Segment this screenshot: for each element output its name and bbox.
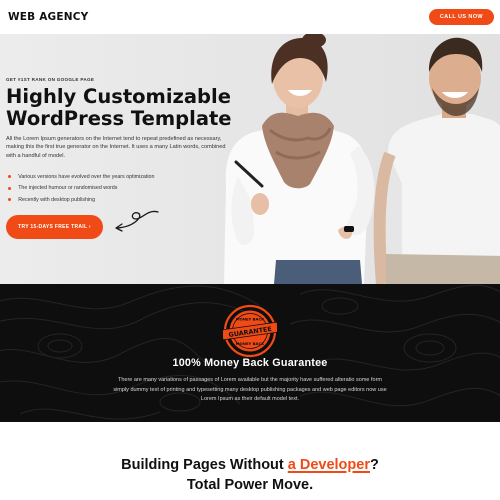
guarantee-text: There are many variations of passages of…	[113, 377, 387, 403]
site-header: WEB AGENCY CALL US NOW	[0, 0, 500, 34]
curved-arrow-icon	[115, 210, 159, 232]
badge-top-text: MONEY BACK	[236, 317, 265, 322]
money-back-guarantee-badge: MONEY BACK GUARANTEE MONEY BACK	[223, 304, 277, 358]
hero-people-image	[224, 34, 500, 284]
list-item: The injected humour or randomised words	[8, 183, 228, 195]
badge-bottom-text: MONEY BACK	[236, 341, 265, 346]
heading-highlight-link[interactable]: a Developer	[288, 457, 370, 473]
heading-part-2: ?	[369, 457, 379, 473]
hero-headline: Highly Customizable WordPress Template	[6, 86, 236, 130]
free-trial-button[interactable]: TRY 15-DAYS FREE TRAIL ›	[6, 215, 103, 239]
guarantee-title: 100% Money Back Guarantee	[172, 357, 328, 369]
bullet-dot-icon	[8, 186, 12, 190]
bullet-dot-icon	[8, 198, 12, 202]
building-pages-heading: Building Pages Without a Developer? Tota…	[0, 456, 500, 495]
man-figure	[373, 37, 500, 284]
call-us-now-button[interactable]: CALL US NOW	[428, 9, 494, 25]
list-item: Recently with desktop publishing	[8, 194, 228, 206]
hero-section: GET #1ST RANK ON GOOGLE PAGE Highly Cust…	[0, 34, 500, 284]
hero-eyebrow: GET #1ST RANK ON GOOGLE PAGE	[6, 77, 95, 82]
heading-part-1: Building Pages Without	[121, 457, 288, 473]
headline-line-1: Highly Customizable	[6, 85, 231, 108]
brand-logo[interactable]: WEB AGENCY	[8, 11, 88, 23]
woman-figure	[224, 34, 375, 284]
headline-line-2: WordPress Template	[6, 107, 232, 130]
hero-description: All the Lorem Ipsum generators on the In…	[6, 136, 226, 159]
guarantee-section: MONEY BACK GUARANTEE MONEY BACK 100% Mon…	[0, 284, 500, 422]
list-item: Various versions have evolved over the y…	[8, 171, 228, 183]
feature-list: Various versions have evolved over the y…	[8, 171, 228, 206]
bullet-dot-icon	[8, 175, 12, 179]
heading-line-2: Total Power Move.	[186, 476, 314, 493]
